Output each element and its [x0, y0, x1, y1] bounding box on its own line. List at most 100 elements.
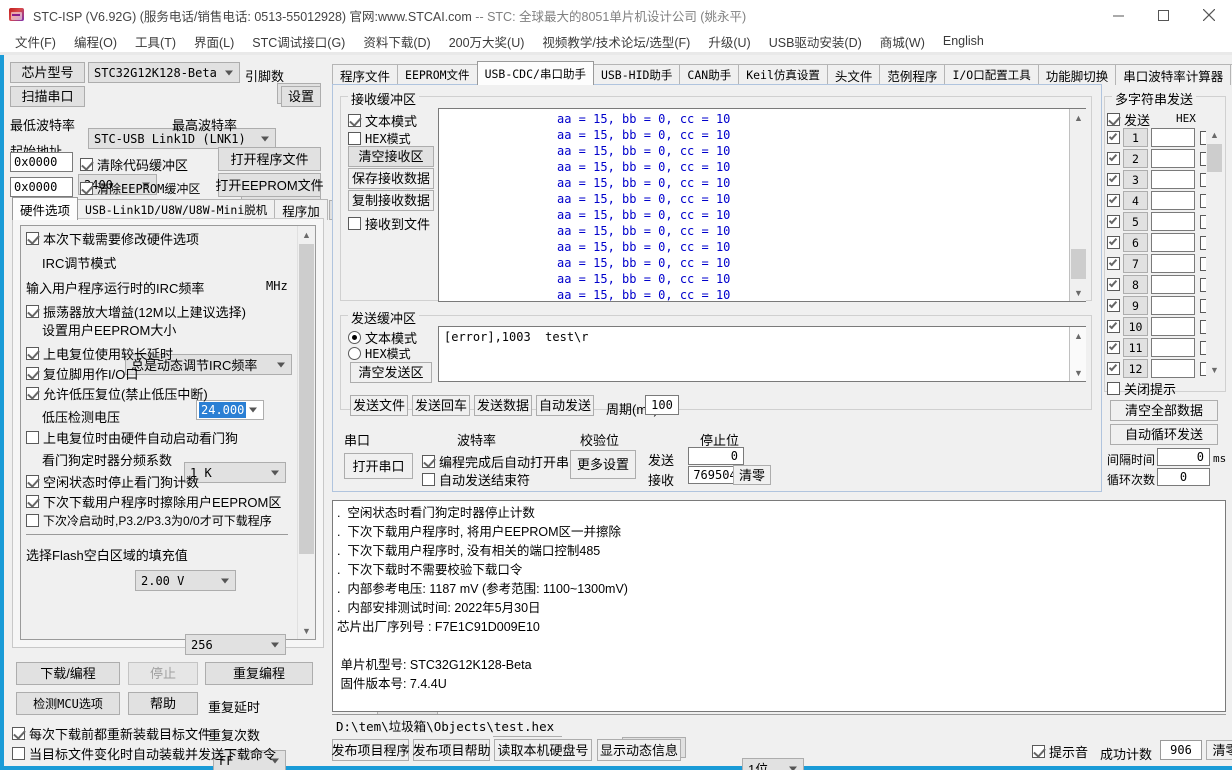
receive-to-file-checkbox[interactable]: 接收到文件	[348, 214, 430, 233]
left-tab-program-encrypt[interactable]: 程序加	[274, 199, 328, 220]
multisend-row-enable-checkbox[interactable]	[1107, 173, 1120, 186]
tab-usb-cdc-serial-assistant[interactable]: USB-CDC/串口助手	[476, 61, 594, 85]
multisend-row-input[interactable]	[1151, 128, 1195, 147]
menu-item-file[interactable]: 文件(F)	[6, 30, 65, 53]
menu-item-mall[interactable]: 商城(W)	[871, 30, 934, 53]
beep-checkbox[interactable]: 提示音	[1032, 742, 1088, 761]
receive-hex-mode-checkbox[interactable]: HEX模式	[348, 130, 411, 147]
close-button[interactable]	[1186, 0, 1232, 30]
clear-eeprom-buffer-checkbox[interactable]: 清除EEPROM缓冲区	[80, 180, 200, 197]
clear-all-data-button[interactable]: 清空全部数据	[1110, 400, 1218, 421]
auto-loop-send-button[interactable]: 自动循环发送	[1110, 424, 1218, 445]
chip-model-button[interactable]: 芯片型号	[10, 62, 85, 83]
multisend-row-number-button[interactable]: 8	[1123, 275, 1148, 294]
multisend-row-enable-checkbox[interactable]	[1107, 341, 1120, 354]
scroll-up-icon[interactable]: ▲	[1206, 126, 1223, 143]
hardware-options-scrollbar[interactable]: ▲ ▼	[297, 226, 314, 639]
multisend-row-enable-checkbox[interactable]	[1107, 131, 1120, 144]
auto-start-wdt-checkbox[interactable]: 上电复位时由硬件自动启动看门狗	[26, 428, 238, 447]
multisend-row-enable-checkbox[interactable]	[1107, 236, 1120, 249]
erase-eeprom-next-checkbox[interactable]: 下次下载用户程序时擦除用户EEPROM区	[26, 492, 281, 511]
scroll-down-icon[interactable]: ▼	[1070, 284, 1087, 301]
tab-usb-hid-assistant[interactable]: USB-HID助手	[592, 64, 681, 85]
send-carriage-return-button[interactable]: 发送回车	[412, 395, 470, 416]
eeprom-start-address-input[interactable]: 0x0000	[10, 177, 73, 197]
multisend-row-enable-checkbox[interactable]	[1107, 320, 1120, 333]
stop-button[interactable]: 停止	[128, 662, 198, 685]
reset-pin-as-io-checkbox[interactable]: 复位脚用作I/O口	[26, 364, 138, 383]
wdt-prescaler-select[interactable]: 256	[185, 634, 286, 655]
multisend-row-enable-checkbox[interactable]	[1107, 362, 1120, 375]
tab-baud-calculator[interactable]: 串口波特率计算器	[1115, 64, 1232, 85]
interval-time-input[interactable]: 0	[1157, 448, 1210, 466]
menu-item-prize[interactable]: 200万大奖(U)	[440, 30, 534, 53]
loop-count-input[interactable]: 0	[1157, 468, 1210, 486]
publish-project-help-button[interactable]: 发布项目帮助	[413, 739, 491, 761]
tab-io-config-tool[interactable]: I/O口配置工具	[944, 64, 1039, 85]
clear-success-count-button[interactable]: 清零	[1206, 740, 1232, 760]
detect-mcu-options-button[interactable]: 检测MCU选项	[16, 692, 120, 715]
multisend-row-number-button[interactable]: 9	[1123, 296, 1148, 315]
menu-item-downloads[interactable]: 资料下载(D)	[354, 30, 439, 53]
clear-send-button[interactable]: 清空发送区	[350, 362, 432, 383]
idle-stop-wdt-checkbox[interactable]: 空闲状态时停止看门狗计数	[26, 472, 199, 491]
scan-serial-port-button[interactable]: 扫描串口	[10, 86, 85, 107]
open-program-file-button[interactable]: 打开程序文件	[218, 147, 321, 171]
receive-scrollbar[interactable]: ▲ ▼	[1069, 109, 1086, 301]
multisend-row-input[interactable]	[1151, 296, 1195, 315]
help-button[interactable]: 帮助	[128, 692, 198, 715]
copy-receive-data-button[interactable]: 复制接收数据	[348, 190, 434, 211]
multisend-row-input[interactable]	[1151, 359, 1195, 378]
open-serial-port-button[interactable]: 打开串口	[344, 453, 413, 479]
scroll-down-icon[interactable]: ▼	[298, 622, 315, 639]
menu-item-program[interactable]: 编程(O)	[65, 30, 126, 53]
multisend-row-number-button[interactable]: 11	[1123, 338, 1148, 357]
multisend-row-input[interactable]	[1151, 149, 1195, 168]
tab-eeprom-file[interactable]: EEPROM文件	[397, 64, 478, 85]
cold-boot-p32-checkbox[interactable]: 下次冷启动时,P3.2/P3.3为0/0才可下载程序	[26, 512, 272, 529]
tab-function-pin-switch[interactable]: 功能脚切换	[1037, 64, 1117, 85]
auto-send-button[interactable]: 自动发送	[536, 395, 594, 416]
multisend-row-number-button[interactable]: 1	[1123, 128, 1148, 147]
modify-hardware-options-checkbox[interactable]: 本次下载需要修改硬件选项	[26, 229, 199, 248]
read-local-disk-id-button[interactable]: 读取本机硬盘号	[494, 739, 592, 761]
menu-item-upgrade[interactable]: 升级(U)	[699, 30, 759, 53]
multisend-row-enable-checkbox[interactable]	[1107, 257, 1120, 270]
menu-item-english[interactable]: English	[934, 32, 993, 50]
tab-keil-simulation-settings[interactable]: Keil仿真设置	[738, 64, 828, 85]
info-log-list[interactable]: . 空闲状态时看门狗定时器停止计数 . 下次下载用户程序时, 将用户EEPROM区…	[332, 500, 1226, 712]
send-textarea[interactable]: [error],1003 test\r	[438, 326, 1086, 382]
clear-counters-button[interactable]: 清零	[733, 465, 771, 485]
tab-header-files[interactable]: 头文件	[826, 64, 881, 85]
clear-code-buffer-checkbox[interactable]: 清除代码缓冲区	[80, 155, 188, 174]
multisend-row-input[interactable]	[1151, 254, 1195, 273]
tab-example-programs[interactable]: 范例程序	[879, 64, 946, 85]
multisend-row-number-button[interactable]: 6	[1123, 233, 1148, 252]
receive-text-mode-checkbox[interactable]: 文本模式	[348, 111, 417, 130]
multisend-scrollbar[interactable]: ▲ ▼	[1206, 126, 1223, 378]
multisend-row-number-button[interactable]: 3	[1123, 170, 1148, 189]
receive-textarea[interactable]: aa = 15, bb = 0, cc = 10 aa = 15, bb = 0,…	[438, 108, 1086, 302]
menu-item-debug-interface[interactable]: STC调试接口(G)	[243, 30, 354, 53]
clear-receive-button[interactable]: 清空接收区	[348, 146, 434, 167]
scroll-up-icon[interactable]: ▲	[298, 226, 315, 243]
multisend-row-number-button[interactable]: 4	[1123, 191, 1148, 210]
send-period-input[interactable]: 100	[645, 395, 679, 415]
multisend-row-input[interactable]	[1151, 170, 1195, 189]
menu-item-video-forum[interactable]: 视频教学/技术论坛/选型(F)	[533, 30, 699, 53]
multisend-row-enable-checkbox[interactable]	[1107, 215, 1120, 228]
irc-frequency-combo[interactable]: 24.000	[196, 400, 264, 420]
multisend-row-enable-checkbox[interactable]	[1107, 194, 1120, 207]
multisend-row-input[interactable]	[1151, 317, 1195, 336]
send-hex-mode-radio[interactable]: HEX模式	[348, 345, 411, 362]
scroll-down-icon[interactable]: ▼	[1070, 364, 1087, 381]
oscillator-gain-checkbox[interactable]: 振荡器放大增益(12M以上建议选择)	[26, 302, 246, 321]
port-settings-button[interactable]: 设置	[281, 86, 321, 107]
show-dynamic-info-button[interactable]: 显示动态信息	[597, 739, 681, 761]
menu-item-tools[interactable]: 工具(T)	[126, 30, 185, 53]
send-file-button[interactable]: 发送文件	[350, 395, 408, 416]
long-reset-delay-checkbox[interactable]: 上电复位使用较长延时	[26, 344, 173, 363]
multisend-row-input[interactable]	[1151, 191, 1195, 210]
scrollbar-thumb[interactable]	[1207, 144, 1222, 172]
send-data-button[interactable]: 发送数据	[474, 395, 532, 416]
